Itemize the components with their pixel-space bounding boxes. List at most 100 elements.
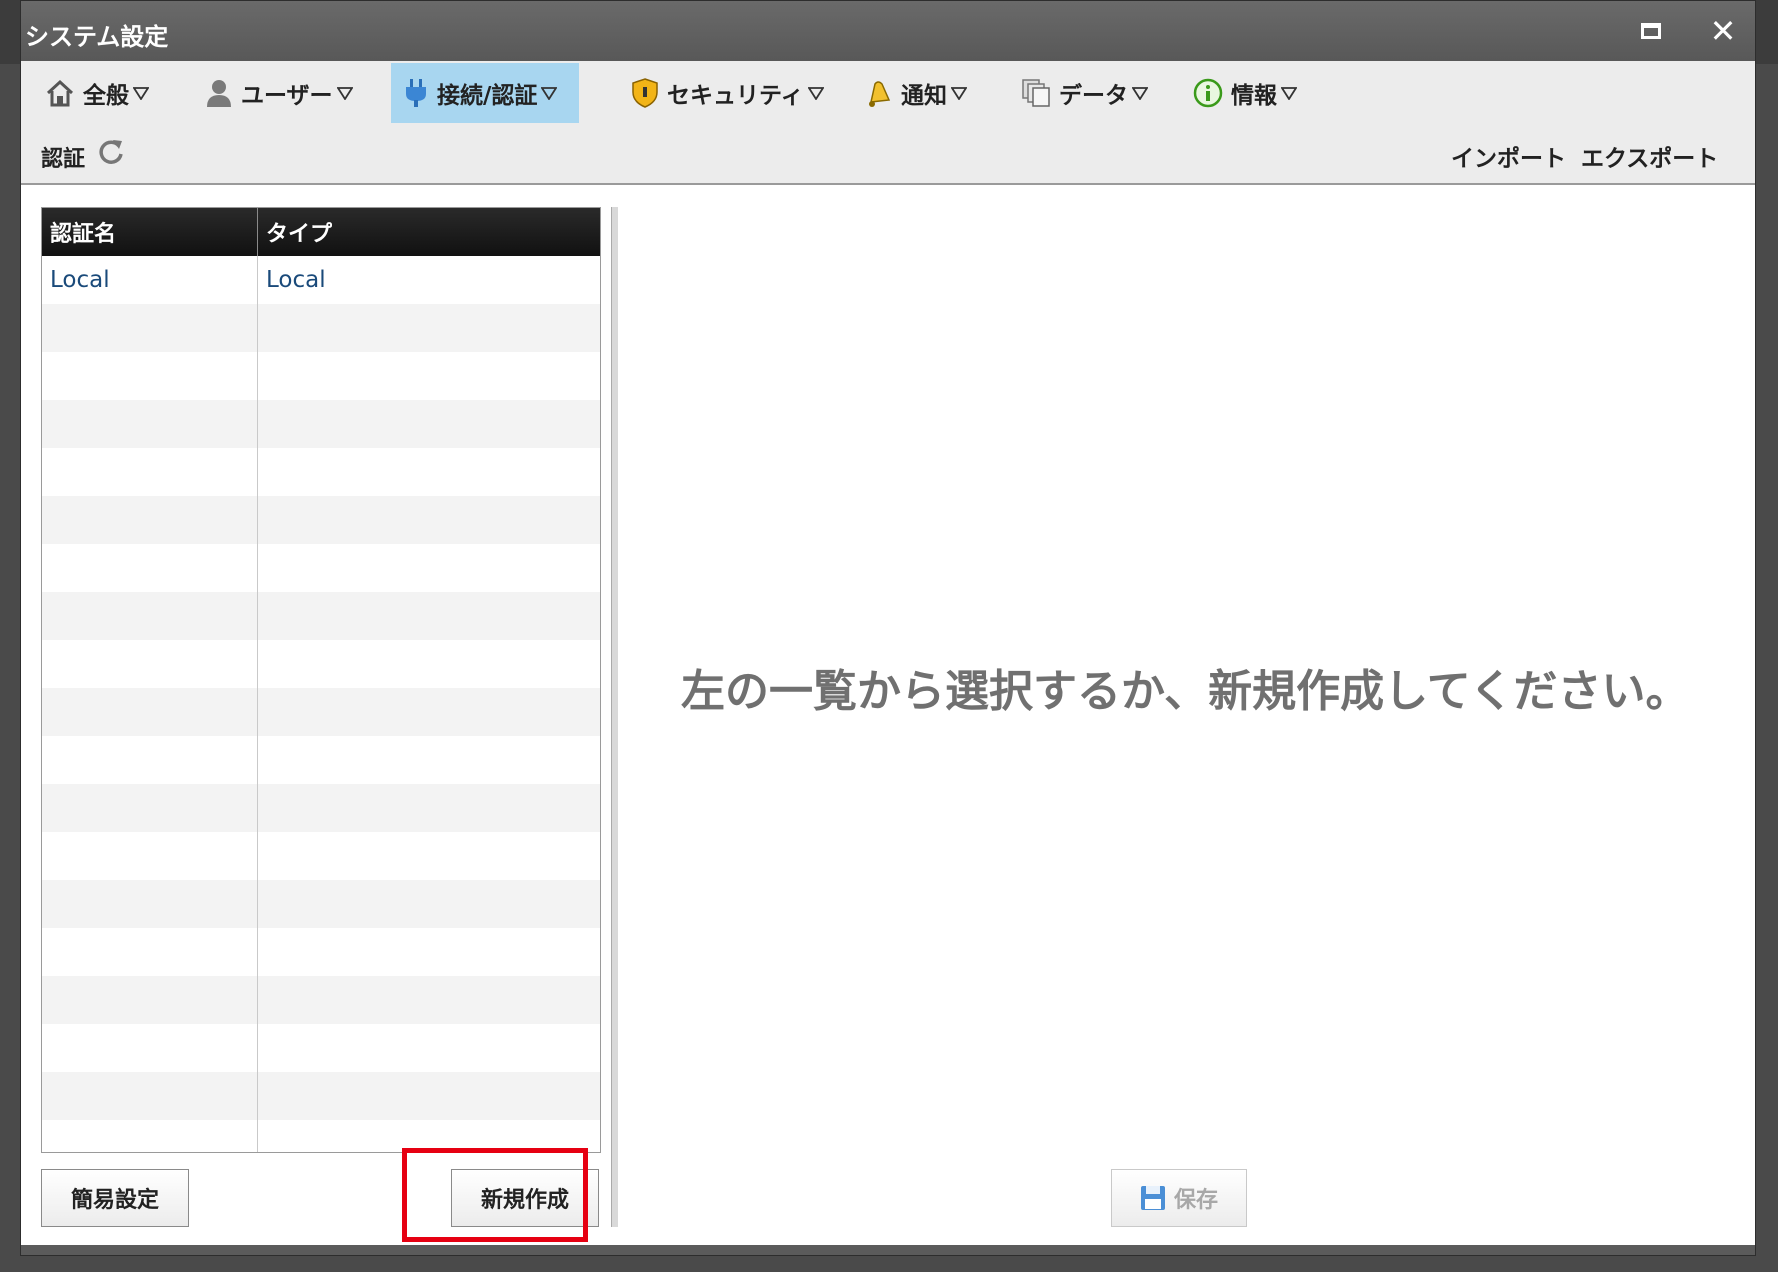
cell-type [258,880,600,928]
table-row [42,784,600,832]
cell-name [42,592,258,640]
menu-notification[interactable]: 通知 [851,63,987,123]
menu-label: ユーザー [241,83,333,109]
table-row [42,976,600,1024]
menu-general[interactable]: 全般 [33,63,169,123]
cell-type [258,544,600,592]
maximize-button[interactable] [1631,11,1671,51]
menu-security[interactable]: セキュリティ [619,63,844,123]
table-row [42,736,600,784]
table-row [42,928,600,976]
plug-icon [406,79,426,107]
table-body: Local Local [42,256,600,1152]
chevron-down-icon [1281,87,1297,100]
column-header-name[interactable]: 認証名 [42,208,258,256]
table-row [42,1024,600,1072]
menu-users[interactable]: ユーザー [193,63,373,123]
empty-state-message: 左の一覧から選択するか、新規作成してください。 [681,666,1690,717]
menu-label: セキュリティ [667,83,804,109]
import-button[interactable]: インポート [1451,139,1566,173]
floppy-disk-icon [1140,1186,1165,1210]
cell-name [42,1024,258,1072]
cell-name [42,832,258,880]
cell-type [258,592,600,640]
simple-setup-button[interactable]: 簡易設定 [41,1169,189,1227]
table-row [42,640,600,688]
table-row [42,448,600,496]
info-icon [1193,78,1223,108]
new-create-button[interactable]: 新規作成 [451,1169,599,1227]
chevron-down-icon [541,87,558,100]
menu-label: 接続/認証 [437,83,538,109]
menu-info[interactable]: 情報 [1181,63,1317,123]
window-title: システム設定 [25,23,169,51]
cell-name [42,304,258,352]
table-row [42,496,600,544]
user-icon [207,80,231,107]
cell-name [42,448,258,496]
cell-name [42,928,258,976]
menu-label: データ [1059,83,1128,109]
title-bar[interactable]: システム設定 ✕ [21,1,1755,61]
close-button[interactable]: ✕ [1703,11,1743,51]
export-button[interactable]: エクスポート [1581,139,1718,173]
chevron-down-icon [1132,87,1148,100]
menu-label: 通知 [901,83,947,109]
menu-label: 情報 [1231,83,1277,109]
cell-name: Local [42,256,258,304]
table-row[interactable]: Local Local [42,256,600,304]
chevron-down-icon [336,87,353,100]
save-button[interactable]: 保存 [1111,1169,1247,1227]
toolbar: 全般 ユーザー 接続/認証 セキュリティ 通知 データ 情報 認証 インポート … [21,61,1755,185]
cell-name [42,976,258,1024]
save-button-label: 保存 [1173,1188,1218,1213]
system-settings-window: システム設定 ✕ 全般 ユーザー 接続/認証 セキュリティ 通知 データ 情報 … [20,0,1756,1256]
cell-name [42,1072,258,1120]
table-row [42,544,600,592]
cell-name [42,1120,258,1152]
menu-data[interactable]: データ [1009,63,1168,123]
refresh-icon[interactable] [97,137,125,165]
bell-icon [869,81,891,107]
table-row [42,880,600,928]
chevron-down-icon [133,87,149,100]
copy-icon [1022,79,1050,107]
content-area: 認証名 タイプ Local Local 左の一覧から選択するか、新規作成してくださ… [21,185,1755,1245]
table-row [42,352,600,400]
table-row [42,1072,600,1120]
table-row [42,592,600,640]
menu-connection-auth[interactable]: 接続/認証 [391,63,579,123]
chevron-down-icon [951,87,967,100]
shield-icon [632,78,658,108]
cell-name [42,640,258,688]
table-row [42,688,600,736]
cell-type [258,1120,600,1152]
cell-type [258,688,600,736]
menu-label: 全般 [83,83,129,109]
cell-type [258,736,600,784]
cell-type [258,1072,600,1120]
cell-name [42,352,258,400]
cell-type [258,400,600,448]
close-icon: ✕ [1709,12,1737,50]
cell-type [258,304,600,352]
cell-type [258,352,600,400]
column-header-type[interactable]: タイプ [258,208,600,256]
chevron-down-icon [807,87,824,100]
cell-type [258,832,600,880]
cell-type [258,784,600,832]
cell-name [42,784,258,832]
cell-type: Local [266,267,326,293]
auth-list: 認証名 タイプ Local Local [41,207,601,1153]
cell-type [258,1024,600,1072]
table-header: 認証名 タイプ [42,208,600,256]
cell-type [258,496,600,544]
cell-name [42,496,258,544]
cell-type [258,976,600,1024]
table-row [42,400,600,448]
cell-type [258,448,600,496]
cell-name [42,736,258,784]
panel-splitter[interactable] [611,207,618,1227]
home-icon [46,79,74,107]
section-title: 認証 [41,147,86,172]
